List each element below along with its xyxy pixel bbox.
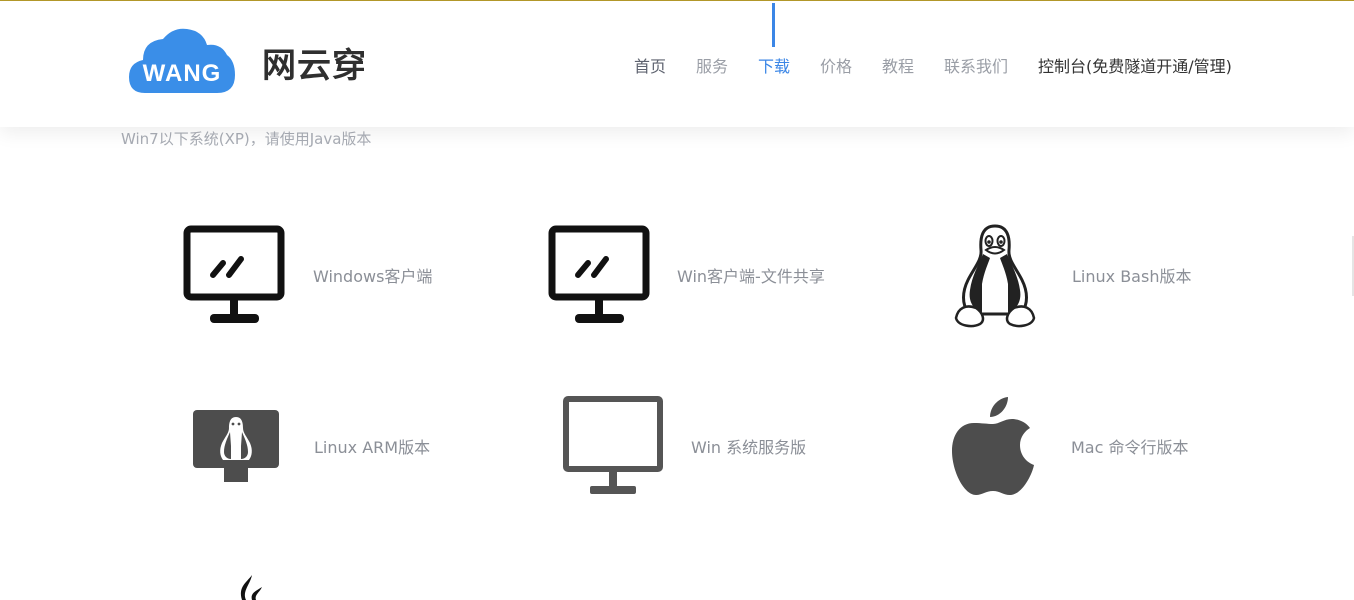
cloud-logo-icon: WANG (129, 28, 235, 93)
nav-pricing[interactable]: 价格 (820, 53, 852, 77)
download-linux-bash[interactable]: Linux Bash版本 (950, 223, 1250, 329)
download-win-file-share[interactable]: Win客户端-文件共享 (545, 223, 845, 329)
monitor-outline-icon (563, 396, 663, 494)
download-windows-client[interactable]: Windows客户端 (180, 223, 480, 329)
download-partial-item[interactable] (225, 573, 275, 600)
download-linux-arm[interactable]: Linux ARM版本 (180, 401, 480, 491)
nav-services[interactable]: 服务 (696, 53, 728, 77)
download-label: Win 系统服务版 (691, 438, 807, 457)
active-nav-indicator (772, 3, 775, 47)
logo-text: WANG (143, 60, 222, 87)
download-label: Linux ARM版本 (314, 438, 431, 457)
monitor-icon (548, 225, 650, 323)
brand-name[interactable]: 网云穿 (262, 38, 367, 87)
nav-contact[interactable]: 联系我们 (944, 53, 1008, 77)
nav-tutorial[interactable]: 教程 (882, 53, 914, 77)
monitor-icon (183, 225, 285, 323)
site-header: WANG 网云穿 首页 服务 下载 价格 教程 联系我们 控制台(免费隧道开通/… (0, 1, 1354, 127)
apple-icon (952, 397, 1034, 495)
download-mac-cli[interactable]: Mac 命令行版本 (948, 393, 1248, 499)
download-label: Win客户端-文件共享 (677, 267, 825, 286)
linux-tux-icon (954, 224, 1036, 328)
nav-download[interactable]: 下载 (758, 53, 790, 77)
download-label: Windows客户端 (313, 267, 433, 286)
linux-monitor-icon (193, 410, 279, 482)
nav-home[interactable]: 首页 (634, 53, 666, 77)
download-label: Mac 命令行版本 (1071, 438, 1189, 457)
download-label: Linux Bash版本 (1072, 267, 1192, 286)
xp-java-note: Win7以下系统(XP)，请使用Java版本 (121, 130, 372, 148)
java-icon (240, 575, 262, 600)
download-win-service[interactable]: Win 系统服务版 (560, 393, 860, 499)
nav-console[interactable]: 控制台(免费隧道开通/管理) (1038, 53, 1232, 77)
logo[interactable]: WANG (127, 25, 237, 95)
